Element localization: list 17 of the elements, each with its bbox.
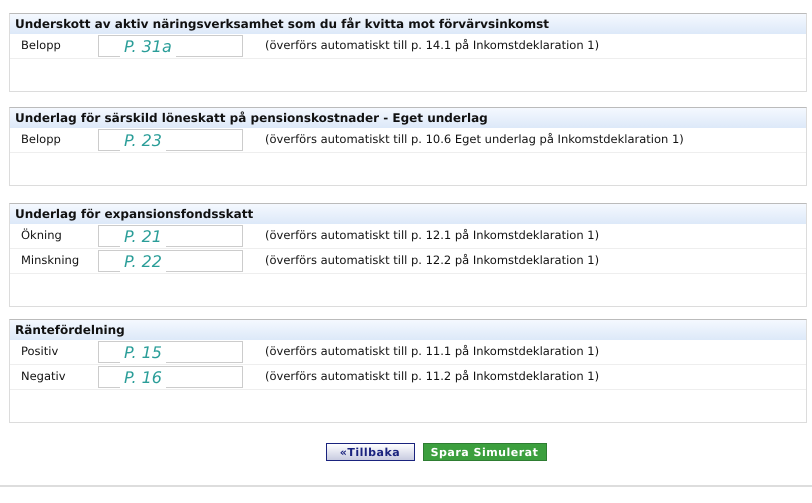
field-label: Belopp — [20, 37, 62, 54]
field-label: Ökning — [20, 227, 63, 244]
back-button[interactable]: «Tillbaka — [326, 443, 414, 461]
section-title: Underskott av aktiv näringsverksamhet som du får kvitta mot förvärvsinkomst — [10, 14, 806, 34]
section-title: Räntefördelning — [10, 320, 806, 340]
field-hint: (överförs automatiskt till p. 10.6 Eget underlag på Inkomstdeklaration 1) — [264, 131, 684, 148]
field-hint: (överförs automatiskt till p. 11.1 på Inkomstdeklaration 1) — [264, 343, 600, 360]
section-title: Underlag för särskild löneskatt på pensionskostnader - Eget underlag — [10, 108, 806, 128]
field-hint: (överförs automatiskt till p. 12.1 på Inkomstdeklaration 1) — [264, 227, 600, 244]
field-label: Positiv — [20, 343, 60, 360]
field-label: Belopp — [20, 131, 62, 148]
field-hint: (överförs automatiskt till p. 12.2 på Inkomstdeklaration 1) — [264, 252, 600, 270]
field-label: Minskning — [20, 252, 80, 270]
field-hint: (överförs automatiskt till p. 14.1 på Inkomstdeklaration 1) — [264, 37, 600, 54]
section-title: Underlag för expansionsfondsskatt — [10, 204, 806, 224]
field-label: Negativ — [20, 368, 67, 386]
field-hint: (överförs automatiskt till p. 11.2 på Inkomstdeklaration 1) — [264, 368, 600, 386]
